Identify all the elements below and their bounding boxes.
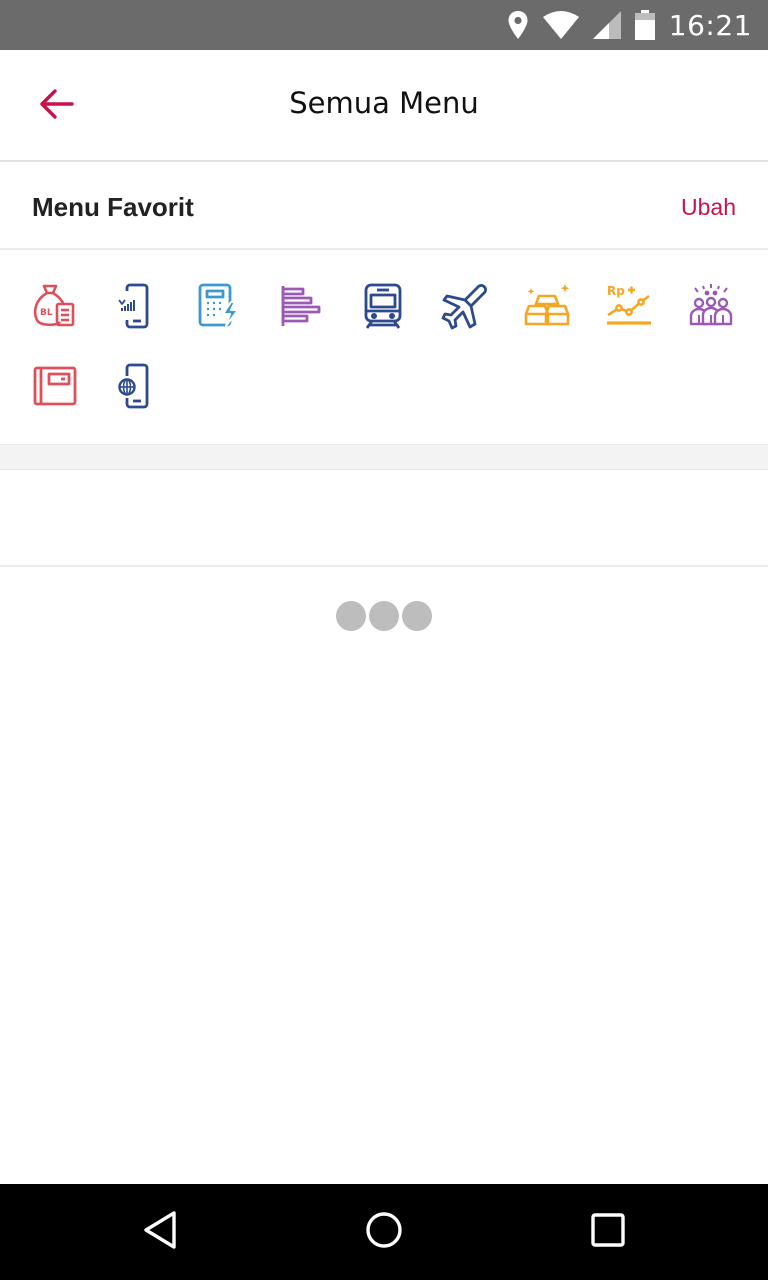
menu-item-wallet-card[interactable] — [14, 348, 96, 428]
wifi-icon — [542, 11, 579, 39]
menu-item-gold-bars[interactable] — [506, 268, 588, 348]
menu-item-list-menu[interactable] — [260, 268, 342, 348]
svg-text:Rp: Rp — [607, 284, 625, 298]
nav-home-button[interactable] — [360, 1208, 408, 1256]
favorites-icon-grid: BL Rp — [14, 250, 754, 443]
menu-item-electricity-token[interactable] — [178, 268, 260, 348]
menu-item-investment-chart[interactable]: Rp — [588, 268, 670, 348]
nav-back-button[interactable] — [136, 1208, 184, 1256]
app-bar: Semua Menu — [0, 50, 768, 162]
status-icons: 16:21 — [507, 0, 752, 50]
svg-text:BL: BL — [40, 308, 53, 318]
investment-chart-icon: Rp — [605, 282, 653, 335]
phone-credit-icon — [113, 282, 161, 335]
wallet-card-icon — [31, 362, 79, 415]
menu-item-train-ticket[interactable] — [342, 268, 424, 348]
signal-icon — [592, 11, 621, 39]
location-icon — [507, 10, 529, 40]
loading-dot — [402, 601, 432, 631]
loading-indicator — [336, 601, 432, 631]
page-title: Semua Menu — [289, 86, 479, 120]
menu-item-bukalapak-bill[interactable]: BL — [14, 268, 96, 348]
list-menu-icon — [277, 282, 325, 335]
status-time: 16:21 — [668, 8, 752, 42]
favorites-title: Menu Favorit — [32, 192, 194, 222]
home-circle-icon — [364, 1210, 404, 1255]
recents-square-icon — [590, 1212, 626, 1253]
flight-ticket-icon — [441, 282, 489, 335]
bukalapak-bill-icon: BL — [31, 282, 79, 335]
gold-bars-icon — [523, 282, 571, 335]
menu-item-flight-ticket[interactable] — [424, 268, 506, 348]
section-divider — [0, 444, 768, 470]
back-triangle-icon — [142, 1210, 178, 1255]
train-ticket-icon — [359, 282, 407, 335]
empty-section — [0, 471, 768, 567]
menu-item-donation-people[interactable] — [670, 268, 752, 348]
loading-dot — [369, 601, 399, 631]
favorites-header: Menu Favorit Ubah — [0, 164, 768, 250]
loading-dot — [336, 601, 366, 631]
electricity-token-icon — [195, 282, 243, 335]
donation-people-icon — [687, 282, 735, 335]
edit-favorites-link[interactable]: Ubah — [681, 194, 736, 221]
system-nav-bar — [0, 1184, 768, 1280]
status-bar: 16:21 — [0, 0, 768, 50]
internet-data-phone-icon — [113, 362, 161, 415]
battery-icon — [634, 10, 655, 40]
menu-item-internet-data[interactable] — [96, 348, 178, 428]
menu-item-phone-credit[interactable] — [96, 268, 178, 348]
nav-recents-button[interactable] — [584, 1208, 632, 1256]
